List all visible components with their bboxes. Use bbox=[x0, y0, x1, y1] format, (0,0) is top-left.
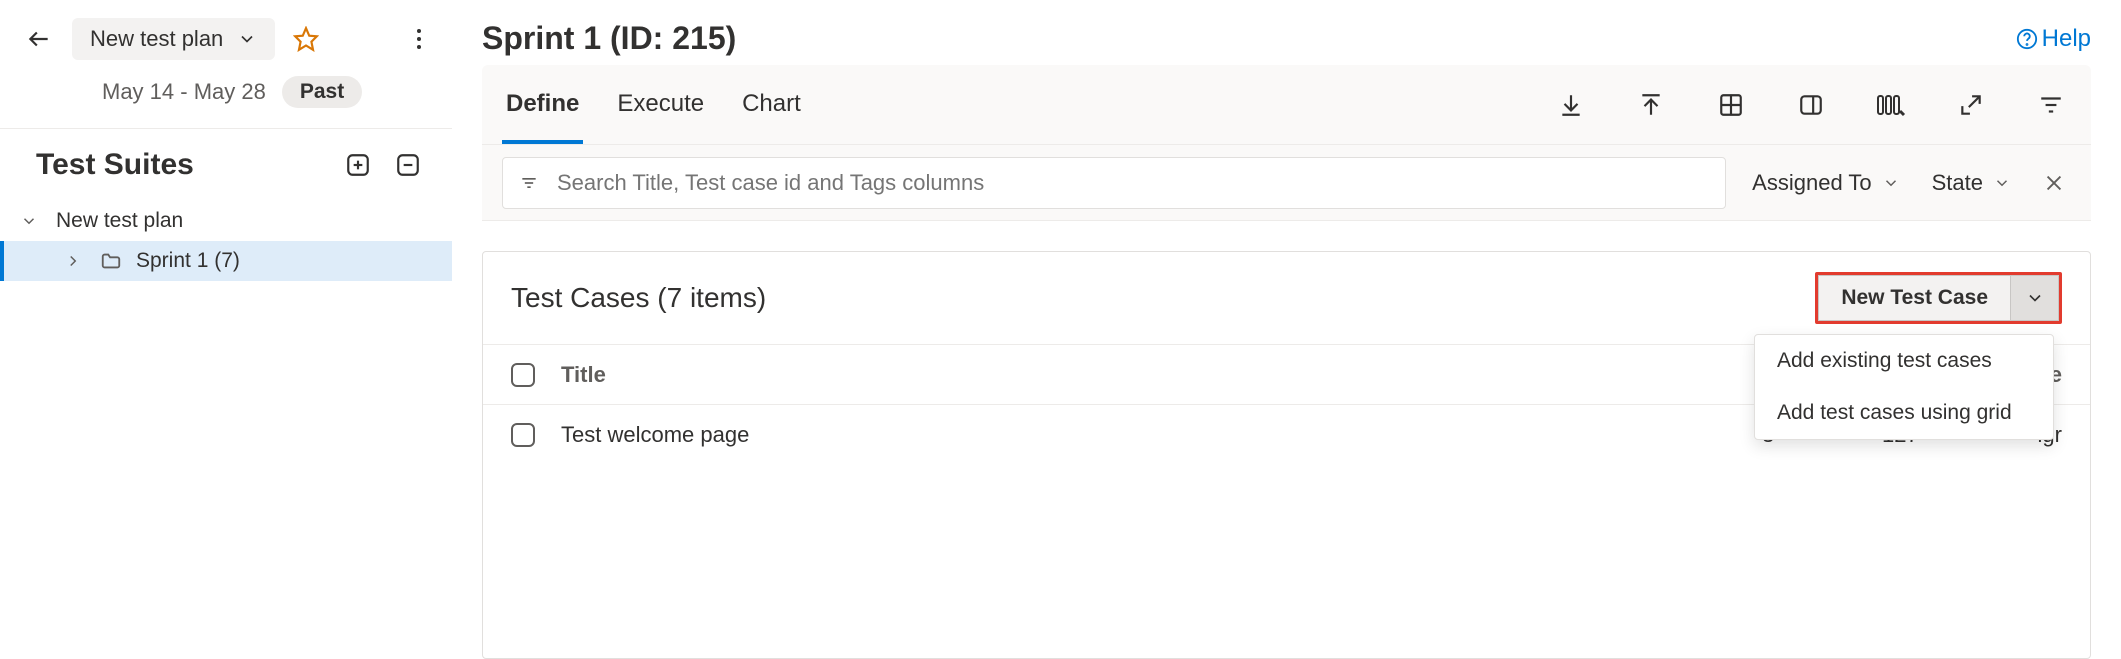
collapse-all-button[interactable] bbox=[390, 147, 426, 183]
search-box[interactable] bbox=[502, 157, 1726, 209]
fullscreen-button[interactable] bbox=[1951, 85, 1991, 125]
cases-header: Test Cases (7 items) New Test Case bbox=[483, 252, 2090, 344]
suites-header: Test Suites bbox=[0, 129, 452, 193]
import-button[interactable] bbox=[1631, 85, 1671, 125]
favorite-star-icon[interactable] bbox=[293, 26, 319, 52]
tree-child-item[interactable]: Sprint 1 (7) bbox=[0, 241, 452, 281]
cell-title: Test welcome page bbox=[561, 422, 1762, 448]
expand-icon bbox=[1958, 92, 1984, 118]
add-suite-button[interactable] bbox=[340, 147, 376, 183]
grid-icon bbox=[1718, 92, 1744, 118]
chevron-down-icon bbox=[1993, 174, 2011, 192]
help-icon bbox=[2016, 28, 2038, 50]
column-title[interactable]: Title bbox=[561, 362, 1762, 388]
chevron-down-icon bbox=[1882, 174, 1900, 192]
chevron-down-icon bbox=[2025, 288, 2045, 308]
search-row: Assigned To State bbox=[482, 145, 2091, 221]
tab-define[interactable]: Define bbox=[502, 66, 583, 144]
suites-title: Test Suites bbox=[36, 148, 326, 182]
column-options-button[interactable] bbox=[1871, 85, 1911, 125]
chevron-right-icon bbox=[64, 252, 86, 270]
side-panel-button[interactable] bbox=[1791, 85, 1831, 125]
tab-bar: Define Execute Chart bbox=[482, 65, 2091, 145]
filter-button[interactable] bbox=[2031, 85, 2071, 125]
close-icon bbox=[2043, 172, 2065, 194]
chevron-down-icon bbox=[20, 212, 42, 230]
help-link[interactable]: Help bbox=[2016, 25, 2091, 53]
cases-title: Test Cases (7 items) bbox=[511, 282, 1815, 314]
filter-label: State bbox=[1932, 170, 1983, 196]
new-test-case-dropdown-toggle[interactable] bbox=[2011, 275, 2059, 321]
select-all-checkbox[interactable] bbox=[511, 363, 561, 387]
tab-chart[interactable]: Chart bbox=[738, 66, 805, 144]
plan-date-range: May 14 - May 28 bbox=[102, 79, 266, 105]
plan-date-row: May 14 - May 28 Past bbox=[0, 60, 452, 129]
export-button[interactable] bbox=[1551, 85, 1591, 125]
more-menu-button[interactable] bbox=[406, 21, 432, 57]
toolbar bbox=[1551, 85, 2071, 125]
dropdown-add-grid[interactable]: Add test cases using grid bbox=[1755, 387, 2053, 439]
new-test-case-group: New Test Case bbox=[1815, 272, 2062, 324]
test-cases-panel: Test Cases (7 items) New Test Case Add e… bbox=[482, 251, 2091, 659]
sidebar-header: New test plan bbox=[0, 0, 452, 60]
new-test-case-button[interactable]: New Test Case bbox=[1818, 275, 2011, 321]
clear-filters-button[interactable] bbox=[2037, 172, 2071, 194]
row-checkbox[interactable] bbox=[511, 423, 561, 447]
folder-icon bbox=[100, 250, 122, 272]
tree-root-item[interactable]: New test plan bbox=[0, 201, 452, 241]
grid-view-button[interactable] bbox=[1711, 85, 1751, 125]
back-button[interactable] bbox=[20, 22, 58, 56]
main-content: Sprint 1 (ID: 215) Help Define Execute C… bbox=[452, 0, 2121, 659]
test-plan-selector[interactable]: New test plan bbox=[72, 18, 275, 60]
tab-execute[interactable]: Execute bbox=[613, 66, 708, 144]
download-icon bbox=[1558, 92, 1584, 118]
new-test-case-dropdown: Add existing test cases Add test cases u… bbox=[1754, 334, 2054, 440]
filter-lines-icon bbox=[519, 173, 539, 193]
filter-assigned-to[interactable]: Assigned To bbox=[1746, 170, 1905, 196]
suite-tree: New test plan Sprint 1 (7) bbox=[0, 193, 452, 281]
tabs: Define Execute Chart bbox=[502, 66, 805, 144]
sidebar: New test plan May 14 - May 28 Past Test … bbox=[0, 0, 452, 659]
chevron-down-icon bbox=[237, 29, 257, 49]
tree-item-label: Sprint 1 (7) bbox=[136, 249, 240, 273]
filter-icon bbox=[2038, 92, 2064, 118]
help-label: Help bbox=[2042, 25, 2091, 53]
search-input[interactable] bbox=[555, 169, 1709, 197]
status-badge: Past bbox=[282, 76, 362, 108]
page-title: Sprint 1 (ID: 215) bbox=[482, 20, 2016, 57]
columns-edit-icon bbox=[1876, 92, 1906, 118]
filter-state[interactable]: State bbox=[1926, 170, 2017, 196]
title-row: Sprint 1 (ID: 215) Help bbox=[482, 0, 2091, 65]
panel-icon bbox=[1798, 92, 1824, 118]
dropdown-add-existing[interactable]: Add existing test cases bbox=[1755, 335, 2053, 387]
tree-item-label: New test plan bbox=[56, 209, 183, 233]
upload-icon bbox=[1638, 92, 1664, 118]
filter-label: Assigned To bbox=[1752, 170, 1871, 196]
test-plan-name: New test plan bbox=[90, 26, 223, 52]
